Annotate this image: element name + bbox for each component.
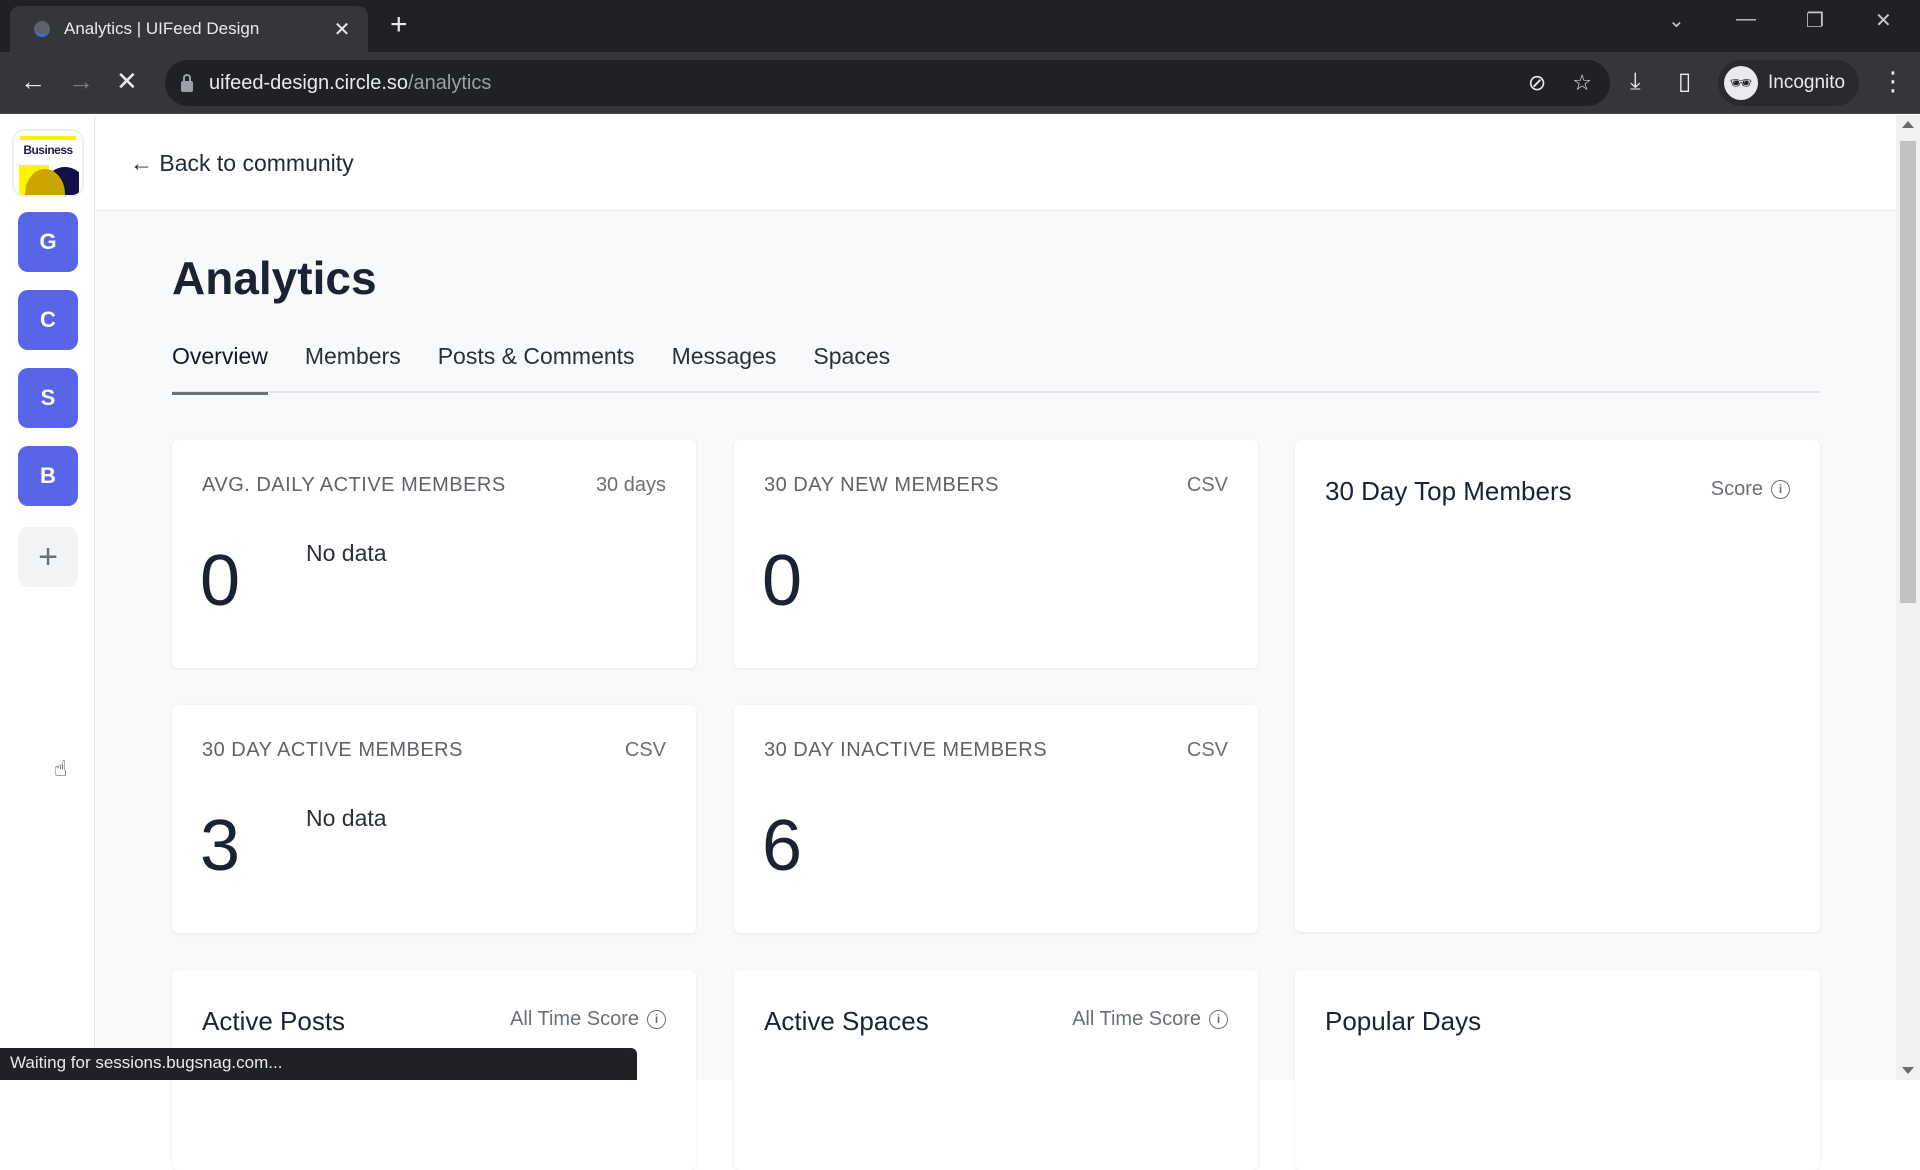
- top-members-card: 30 Day Top Members Score i: [1295, 440, 1820, 932]
- active-spaces-card: Active Spaces All Time Score i: [734, 970, 1258, 1170]
- address-bar[interactable]: uifeed-design.circle.so/analytics ⊘ ☆: [165, 60, 1610, 106]
- info-icon[interactable]: i: [647, 1010, 666, 1029]
- no-data-text: No data: [306, 805, 387, 831]
- card-title: 30 Day Top Members: [1325, 476, 1572, 506]
- new-tab-icon[interactable]: +: [390, 10, 408, 40]
- lock-icon[interactable]: [181, 73, 193, 92]
- close-tab-icon[interactable]: ✕: [330, 17, 354, 42]
- tracking-protection-eye-off-icon[interactable]: ⊘: [1528, 70, 1546, 96]
- logo-bar: [20, 136, 76, 140]
- stat-value: 0: [762, 541, 803, 621]
- logo-art: [19, 165, 79, 195]
- download-icon[interactable]: ⤓: [1630, 68, 1641, 96]
- url-path: /analytics: [408, 71, 492, 94]
- incognito-icon: 🕶: [1724, 66, 1758, 100]
- tab-posts-comments[interactable]: Posts & Comments: [438, 339, 635, 393]
- tab-overview[interactable]: Overview: [172, 339, 268, 395]
- score-text: Score: [1710, 478, 1763, 500]
- inactive-members-card: 30 Day Inactive Members CSV 6: [734, 705, 1258, 933]
- minimize-icon[interactable]: —: [1736, 8, 1756, 31]
- card-label: 30 Day Active Members: [202, 739, 463, 761]
- score-text: All Time Score: [1072, 1008, 1201, 1030]
- info-icon[interactable]: i: [1771, 480, 1790, 499]
- space-button-s[interactable]: S: [18, 368, 78, 428]
- tab-title: Analytics | UIFeed Design: [64, 19, 260, 38]
- score-label: All Time Score i: [1072, 1008, 1228, 1031]
- period-selector[interactable]: 30 days: [596, 474, 666, 497]
- score-text: All Time Score: [510, 1008, 639, 1030]
- card-label: Avg. Daily Active Members: [202, 474, 506, 496]
- logo-text: Business: [23, 143, 73, 157]
- incognito-profile-button[interactable]: 🕶 Incognito: [1718, 60, 1860, 106]
- community-logo[interactable]: Business: [12, 129, 84, 197]
- tab-messages[interactable]: Messages: [672, 339, 777, 393]
- space-button-g[interactable]: G: [18, 212, 78, 272]
- url-host: uifeed-design.circle.so: [209, 71, 408, 94]
- browser-status-bar: Waiting for sessions.bugsnag.com...: [0, 1048, 637, 1080]
- tab-members[interactable]: Members: [305, 339, 401, 393]
- card-label: 30 Day New Members: [764, 474, 999, 496]
- scroll-up-arrow-icon[interactable]: [1902, 121, 1914, 128]
- forward-icon[interactable]: →: [68, 66, 94, 96]
- analytics-tabs: Overview Members Posts & Comments Messag…: [172, 339, 1820, 395]
- card-title: Active Spaces: [764, 1006, 929, 1036]
- browser-tab[interactable]: Analytics | UIFeed Design ✕: [10, 6, 368, 52]
- side-panel-icon[interactable]: ▯: [1678, 68, 1691, 96]
- plus-icon: +: [38, 537, 58, 576]
- space-button-b[interactable]: B: [18, 446, 78, 506]
- profile-label: Incognito: [1768, 72, 1846, 93]
- csv-export-link[interactable]: CSV: [625, 739, 666, 762]
- page-title: Analytics: [172, 252, 377, 304]
- restore-icon[interactable]: ❐: [1806, 8, 1824, 33]
- hand-cursor-icon: ☝: [54, 756, 68, 781]
- page-header: ← Back to community: [96, 115, 1896, 211]
- stat-value: 3: [200, 806, 241, 886]
- score-label: All Time Score i: [510, 1008, 666, 1031]
- stop-loading-icon[interactable]: ✕: [116, 66, 138, 96]
- popular-days-card: Popular Days: [1295, 970, 1820, 1170]
- new-members-card: 30 Day New Members CSV 0: [734, 440, 1258, 668]
- tab-search-icon[interactable]: ⌄: [1668, 8, 1685, 33]
- browser-tab-bar: Analytics | UIFeed Design ✕ + ⌄ — ❐ ✕: [0, 0, 1920, 52]
- tab-spaces[interactable]: Spaces: [813, 339, 890, 393]
- card-label: 30 Day Inactive Members: [764, 739, 1048, 761]
- card-title: Active Posts: [202, 1006, 346, 1036]
- avg-daily-active-members-card: Avg. Daily Active Members 30 days 0 No d…: [172, 440, 696, 668]
- back-to-community-link[interactable]: ← Back to community: [130, 150, 354, 177]
- add-community-button[interactable]: +: [18, 527, 78, 587]
- space-button-c[interactable]: C: [18, 290, 78, 350]
- site-favicon-icon: [34, 21, 50, 37]
- page: Business G C S B + ☝ ← Back to community…: [0, 115, 1920, 1170]
- scroll-down-arrow-icon[interactable]: [1902, 1067, 1914, 1074]
- active-members-card: 30 Day Active Members CSV 3 No data: [172, 705, 696, 933]
- bookmark-star-icon[interactable]: ☆: [1572, 70, 1592, 96]
- no-data-text: No data: [306, 540, 387, 566]
- info-icon[interactable]: i: [1209, 1010, 1228, 1029]
- community-sidebar: Business G C S B + ☝: [0, 115, 95, 1080]
- close-window-icon[interactable]: ✕: [1875, 8, 1892, 33]
- back-icon[interactable]: ←: [20, 66, 46, 96]
- csv-export-link[interactable]: CSV: [1187, 739, 1228, 762]
- page-scrollbar[interactable]: [1896, 115, 1920, 1080]
- browser-toolbar: ← → ✕ uifeed-design.circle.so/analytics …: [0, 52, 1920, 114]
- scrollbar-thumb[interactable]: [1900, 141, 1916, 603]
- browser-menu-icon[interactable]: ⋮: [1880, 66, 1906, 97]
- score-label: Score i: [1711, 478, 1790, 501]
- stat-value: 6: [762, 806, 803, 886]
- card-title: Popular Days: [1325, 1006, 1482, 1036]
- stat-value: 0: [200, 541, 241, 621]
- csv-export-link[interactable]: CSV: [1187, 474, 1228, 497]
